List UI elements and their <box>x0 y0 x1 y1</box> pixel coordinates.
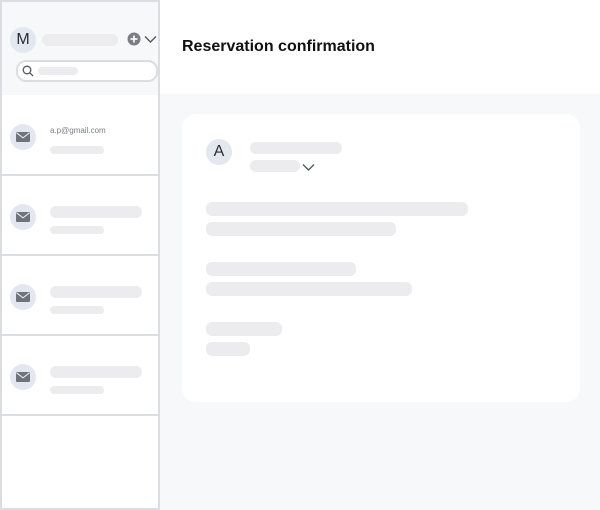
recipient-placeholder <box>250 160 300 172</box>
mail-avatar <box>10 124 36 150</box>
preview-placeholder <box>50 306 104 314</box>
list-item[interactable] <box>2 336 158 416</box>
body-line-placeholder <box>206 202 468 216</box>
body-line-placeholder <box>206 322 282 336</box>
search-placeholder <box>38 67 78 75</box>
preview-placeholder <box>50 386 104 394</box>
preview-placeholder <box>50 226 104 234</box>
chevron-down-icon[interactable] <box>144 35 157 44</box>
account-name-placeholder <box>42 34 118 46</box>
envelope-icon <box>16 372 30 382</box>
mail-from: a.p@gmail.com <box>50 126 106 135</box>
sidebar: M a.p@gmail.com <box>0 0 160 510</box>
list-item[interactable] <box>2 256 158 336</box>
search-icon <box>22 65 34 77</box>
envelope-icon <box>16 292 30 302</box>
envelope-icon <box>16 212 30 222</box>
message-card: A <box>182 114 580 402</box>
sender-placeholder <box>50 286 142 298</box>
account-avatar[interactable]: M <box>10 27 36 53</box>
message-subject: Reservation confirmation <box>182 38 375 55</box>
list-item[interactable]: a.p@gmail.com <box>2 96 158 176</box>
sender-name-placeholder <box>250 142 342 154</box>
mail-avatar <box>10 204 36 230</box>
preview-placeholder <box>50 146 104 154</box>
body-line-placeholder <box>206 222 396 236</box>
mail-avatar <box>10 364 36 390</box>
body-line-placeholder <box>206 342 250 356</box>
envelope-icon <box>16 132 30 142</box>
body-line-placeholder <box>206 262 356 276</box>
search-input[interactable] <box>16 60 158 82</box>
body-line-placeholder <box>206 282 412 296</box>
sidebar-header: M <box>2 2 158 95</box>
list-item[interactable] <box>2 176 158 256</box>
mail-avatar <box>10 284 36 310</box>
message-view: Reservation confirmation A <box>160 0 600 510</box>
sender-placeholder <box>50 366 142 378</box>
sender-placeholder <box>50 206 142 218</box>
message-header: Reservation confirmation <box>160 0 600 94</box>
add-account-icon[interactable] <box>127 32 141 46</box>
chevron-down-icon[interactable] <box>302 163 315 172</box>
sender-avatar: A <box>206 139 232 165</box>
